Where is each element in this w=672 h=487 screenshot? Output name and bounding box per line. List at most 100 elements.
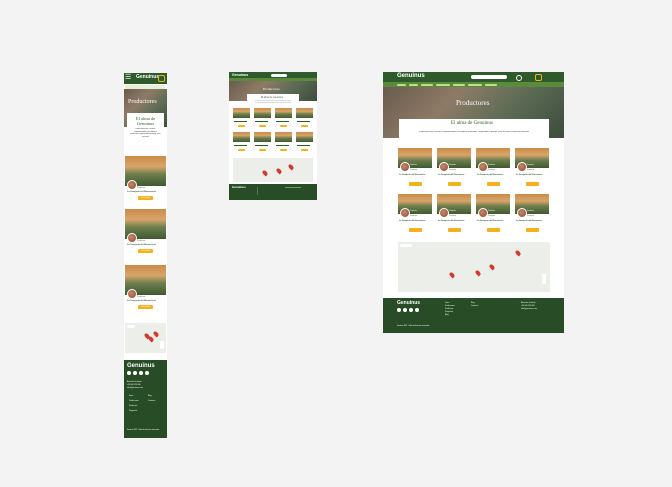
card-button[interactable] bbox=[448, 228, 461, 232]
mobile-link[interactable]: Productos bbox=[129, 405, 137, 407]
mobile-link[interactable]: Blog bbox=[148, 395, 152, 397]
footer-link[interactable]: Contacto bbox=[471, 305, 478, 307]
map-pin[interactable] bbox=[287, 163, 295, 171]
tablet-card[interactable] bbox=[233, 108, 250, 130]
footer-link[interactable]: Productos bbox=[445, 308, 453, 310]
map-pin[interactable] bbox=[514, 249, 522, 257]
card-button[interactable]: Ver tienda bbox=[138, 305, 153, 309]
desktop-card[interactable]: Productor Productos La Granjería del Mon… bbox=[398, 194, 432, 234]
youtube-icon[interactable] bbox=[145, 371, 149, 375]
card-title[interactable]: La Granjería del Monasterio bbox=[127, 300, 156, 302]
tablet-card[interactable] bbox=[296, 132, 313, 154]
tablet-map[interactable] bbox=[233, 158, 313, 182]
tablet-footer-logo[interactable]: Genuinus bbox=[232, 185, 246, 189]
nav-item[interactable] bbox=[409, 83, 418, 86]
mobile-card-1[interactable]: Productos La Granjería del Monasterio Ve… bbox=[125, 156, 166, 203]
cart-icon[interactable] bbox=[158, 75, 165, 82]
menu-icon[interactable]: ☰ bbox=[125, 74, 131, 82]
instagram-icon[interactable] bbox=[139, 371, 143, 375]
card-title[interactable]: La Granjería del Monasterio bbox=[477, 220, 503, 222]
nav-item[interactable] bbox=[421, 83, 433, 86]
youtube-icon[interactable] bbox=[415, 308, 419, 312]
map-pin[interactable] bbox=[152, 330, 160, 338]
card-title[interactable]: La Granjería del Monasterio bbox=[438, 174, 464, 176]
card-title[interactable]: La Granjería del Monasterio bbox=[516, 220, 542, 222]
mobile-link[interactable]: Preguntas bbox=[129, 410, 137, 412]
footer-link[interactable]: Productores bbox=[445, 305, 455, 307]
mobile-link[interactable]: Productores bbox=[129, 400, 139, 402]
card-button[interactable] bbox=[448, 182, 461, 186]
card-button[interactable] bbox=[238, 149, 245, 151]
footer-link[interactable]: Blog bbox=[445, 314, 449, 316]
card-button[interactable] bbox=[301, 125, 308, 127]
card-button[interactable] bbox=[280, 149, 287, 151]
mobile-phone[interactable]: +34 900 123 456 bbox=[127, 384, 141, 386]
desktop-map[interactable] bbox=[398, 242, 550, 292]
nav-item[interactable] bbox=[485, 83, 497, 86]
card-title[interactable]: La Granjería del Monasterio bbox=[438, 220, 464, 222]
zoom-control[interactable] bbox=[542, 274, 546, 284]
mobile-email[interactable]: info@genuinus.com bbox=[127, 387, 143, 389]
card-title[interactable]: La Granjería del Monasterio bbox=[516, 174, 542, 176]
footer-link[interactable]: Inicio bbox=[445, 302, 449, 304]
instagram-icon[interactable] bbox=[409, 308, 413, 312]
card-button[interactable] bbox=[487, 228, 500, 232]
facebook-icon[interactable] bbox=[127, 371, 131, 375]
footer-link[interactable]: Preguntas bbox=[445, 311, 453, 313]
twitter-icon[interactable] bbox=[133, 371, 137, 375]
card-button[interactable]: Ver tienda bbox=[138, 249, 153, 253]
card-button[interactable] bbox=[409, 228, 422, 232]
card-button[interactable] bbox=[301, 149, 308, 151]
footer-email[interactable]: info@genuinus.com bbox=[521, 308, 537, 310]
tablet-card[interactable] bbox=[275, 132, 292, 154]
mobile-map[interactable] bbox=[125, 323, 166, 353]
desktop-footer-logo[interactable]: Genuinus bbox=[397, 300, 420, 306]
card-button[interactable] bbox=[238, 125, 245, 127]
nav-item[interactable] bbox=[397, 83, 406, 86]
mobile-footer-logo[interactable]: Genuinus bbox=[127, 363, 155, 369]
tablet-card[interactable] bbox=[296, 108, 313, 130]
desktop-card[interactable]: Productor Productos La Granjería del Mon… bbox=[476, 194, 510, 234]
facebook-icon[interactable] bbox=[397, 308, 401, 312]
mobile-logo[interactable]: Genuinus bbox=[136, 74, 159, 80]
desktop-logo[interactable]: Genuinus bbox=[397, 73, 425, 79]
zoom-control[interactable] bbox=[160, 341, 164, 349]
mobile-card-3[interactable]: Productos La Granjería del Monasterio Ve… bbox=[125, 265, 166, 312]
nav-item[interactable] bbox=[468, 83, 482, 86]
desktop-search-input[interactable] bbox=[471, 75, 507, 79]
desktop-card[interactable]: Productor Productos La Granjería del Mon… bbox=[515, 148, 549, 188]
map-type-toggle[interactable] bbox=[400, 244, 412, 247]
card-title[interactable]: La Granjería del Monasterio bbox=[399, 174, 425, 176]
map-pin[interactable] bbox=[448, 271, 456, 279]
mobile-card-2[interactable]: Productos La Granjería del Monasterio Ve… bbox=[125, 209, 166, 256]
desktop-card[interactable]: Productor Productos La Granjería del Mon… bbox=[437, 194, 471, 234]
tablet-card[interactable] bbox=[254, 108, 271, 130]
card-title[interactable]: La Granjería del Monasterio bbox=[477, 174, 503, 176]
card-button[interactable] bbox=[259, 149, 266, 151]
mobile-link[interactable]: Contacto bbox=[148, 400, 155, 402]
map-pin[interactable] bbox=[261, 169, 269, 177]
card-button[interactable] bbox=[526, 182, 539, 186]
tablet-search[interactable] bbox=[271, 73, 287, 77]
map-type-toggle[interactable] bbox=[127, 325, 135, 328]
desktop-card[interactable]: Productor Productos La Granjería del Mon… bbox=[515, 194, 549, 234]
footer-link[interactable]: Blog bbox=[471, 302, 475, 304]
map-pin[interactable] bbox=[474, 269, 482, 277]
desktop-card[interactable]: Productor Productos La Granjería del Mon… bbox=[398, 148, 432, 188]
card-button[interactable] bbox=[259, 125, 266, 127]
desktop-card[interactable]: Productor Productos La Granjería del Mon… bbox=[437, 148, 471, 188]
card-button[interactable] bbox=[526, 228, 539, 232]
card-button[interactable] bbox=[280, 125, 287, 127]
tablet-card[interactable] bbox=[275, 108, 292, 130]
footer-phone[interactable]: +34 900 123 456 bbox=[521, 305, 535, 307]
desktop-card[interactable]: Productor Productos La Granjería del Mon… bbox=[476, 148, 510, 188]
cart-icon[interactable] bbox=[535, 74, 542, 81]
card-title[interactable]: La Granjería del Monasterio bbox=[127, 191, 156, 193]
map-pin[interactable] bbox=[488, 263, 496, 271]
nav-item[interactable] bbox=[436, 83, 450, 86]
account-icon[interactable] bbox=[516, 75, 522, 81]
tablet-card[interactable] bbox=[254, 132, 271, 154]
card-title[interactable]: La Granjería del Monasterio bbox=[127, 244, 156, 246]
tablet-card[interactable] bbox=[233, 132, 250, 154]
card-title[interactable]: La Granjería del Monasterio bbox=[399, 220, 425, 222]
